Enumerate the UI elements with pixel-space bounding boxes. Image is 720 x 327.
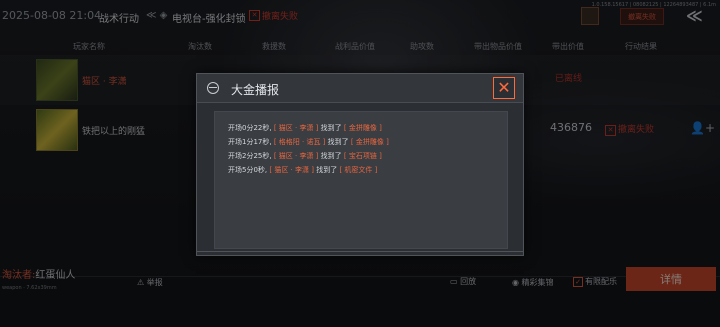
list-item: 开场0分22秒, [ 猫区 · 李潇 ] 找到了 [ 金拼雕像 ] [228, 124, 382, 132]
dialog-title: 大金播报 [231, 83, 280, 97]
broadcast-dialog: 大金播报 ✕ 开场0分22秒, [ 猫区 · 李潇 ] 找到了 [ 金拼雕像 ]… [196, 73, 524, 256]
list-item: 开场5分0秒, [ 猫区 · 李潇 ] 找到了 [ 机密文件 ] [228, 166, 378, 174]
dialog-footer [197, 251, 523, 256]
close-icon[interactable]: ✕ [493, 77, 515, 99]
dialog-header: 大金播报 ✕ [197, 74, 523, 103]
broadcast-list: 开场0分22秒, [ 猫区 · 李潇 ] 找到了 [ 金拼雕像 ] 开场1分17… [214, 111, 508, 249]
list-item: 开场2分25秒, [ 猫区 · 李潇 ] 找到了 [ 宝石项链 ] [228, 152, 382, 160]
broadcast-icon [207, 82, 219, 94]
list-item: 开场1分17秒, [ 格格阳 · 诺瓦 ] 找到了 [ 金拼雕像 ] [228, 138, 389, 146]
